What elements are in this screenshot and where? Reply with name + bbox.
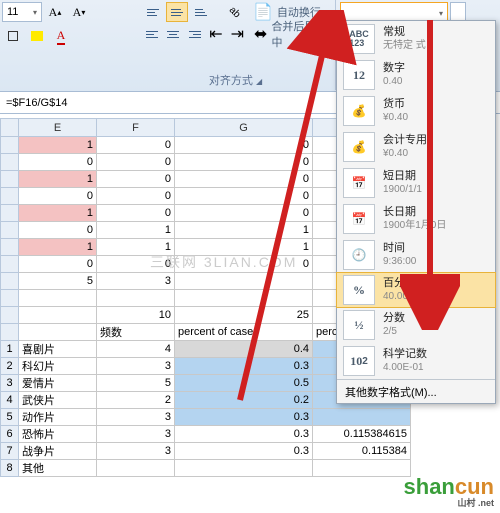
- align-right-button[interactable]: [185, 24, 204, 44]
- chevron-down-icon: ▾: [33, 8, 37, 17]
- number-format-百分比[interactable]: %百分比40.00%: [336, 272, 496, 308]
- decrease-font-button[interactable]: A▾: [68, 2, 90, 22]
- number-format-短日期[interactable]: 📅短日期1900/1/1: [337, 165, 495, 201]
- table-row[interactable]: 5动作片30.3: [1, 409, 411, 426]
- increase-font-button[interactable]: A▴: [44, 2, 66, 22]
- number-format-科学记数[interactable]: 102科学记数4.00E-01: [337, 343, 495, 379]
- formula-text: =$F16/G$14: [6, 97, 67, 109]
- format-icon: 💰: [343, 132, 375, 162]
- number-format-时间[interactable]: 🕘时间9:36:00: [337, 237, 495, 273]
- format-icon: 💰: [343, 96, 375, 126]
- conditional-format-button[interactable]: [450, 2, 466, 22]
- format-icon: ABC123: [343, 24, 375, 54]
- align-center-button[interactable]: [163, 24, 182, 44]
- format-icon: 🕘: [343, 240, 375, 270]
- col-header[interactable]: G: [175, 119, 313, 137]
- format-icon: ½: [343, 310, 375, 340]
- chevron-down-icon: ▾: [439, 9, 443, 18]
- merge-icon: ⬌: [254, 24, 267, 44]
- wrap-icon: 📄: [253, 2, 273, 22]
- fill-color-button[interactable]: [26, 26, 48, 46]
- alignment-group: ab 📄自动换行 ⇤ ⇥ ⬌合并后居中▾ 对齐方式 ◢: [136, 0, 336, 90]
- table-row[interactable]: 8其他: [1, 460, 411, 477]
- align-left-button[interactable]: [142, 24, 161, 44]
- decrease-indent-button[interactable]: ⇤: [206, 24, 225, 44]
- increase-indent-button[interactable]: ⇥: [228, 24, 247, 44]
- more-number-formats[interactable]: 其他数字格式(M)...: [337, 379, 495, 403]
- orientation-button[interactable]: ab: [224, 2, 246, 22]
- format-icon: %: [343, 275, 375, 305]
- table-row[interactable]: 7战争片30.30.115384: [1, 443, 411, 460]
- number-format-长日期[interactable]: 📅长日期1900年1月0日: [337, 201, 495, 237]
- align-middle-button[interactable]: [166, 2, 188, 22]
- col-header[interactable]: E: [19, 119, 97, 137]
- merge-center-button[interactable]: ⬌合并后居中▾: [249, 24, 329, 44]
- format-icon: 102: [343, 346, 375, 376]
- number-format-货币[interactable]: 💰货币¥0.40: [337, 93, 495, 129]
- col-header[interactable]: F: [97, 119, 175, 137]
- font-color-button[interactable]: A: [50, 26, 72, 46]
- align-bottom-button[interactable]: [190, 2, 212, 22]
- number-format-常规[interactable]: ABC123常规无特定 式: [337, 21, 495, 57]
- number-format-分数[interactable]: ½分数2/5: [337, 307, 495, 343]
- align-top-button[interactable]: [142, 2, 164, 22]
- border-button[interactable]: [2, 26, 24, 46]
- font-size-selector[interactable]: 11▾: [2, 2, 42, 22]
- number-format-数字[interactable]: 12数字0.40: [337, 57, 495, 93]
- number-format-menu: ABC123常规无特定 式12数字0.40💰货币¥0.40💰会计专用¥0.40📅…: [336, 20, 496, 404]
- logo: shancun 山村 .net: [404, 474, 494, 509]
- table-row[interactable]: 6恐怖片30.30.115384615: [1, 426, 411, 443]
- watermark: 三联网 3LIAN.COM: [150, 252, 297, 272]
- format-icon: 12: [343, 60, 375, 90]
- format-icon: 📅: [343, 204, 375, 234]
- number-format-会计专用[interactable]: 💰会计专用¥0.40: [337, 129, 495, 165]
- group-label: 对齐方式 ◢: [136, 72, 335, 88]
- format-icon: 📅: [343, 168, 375, 198]
